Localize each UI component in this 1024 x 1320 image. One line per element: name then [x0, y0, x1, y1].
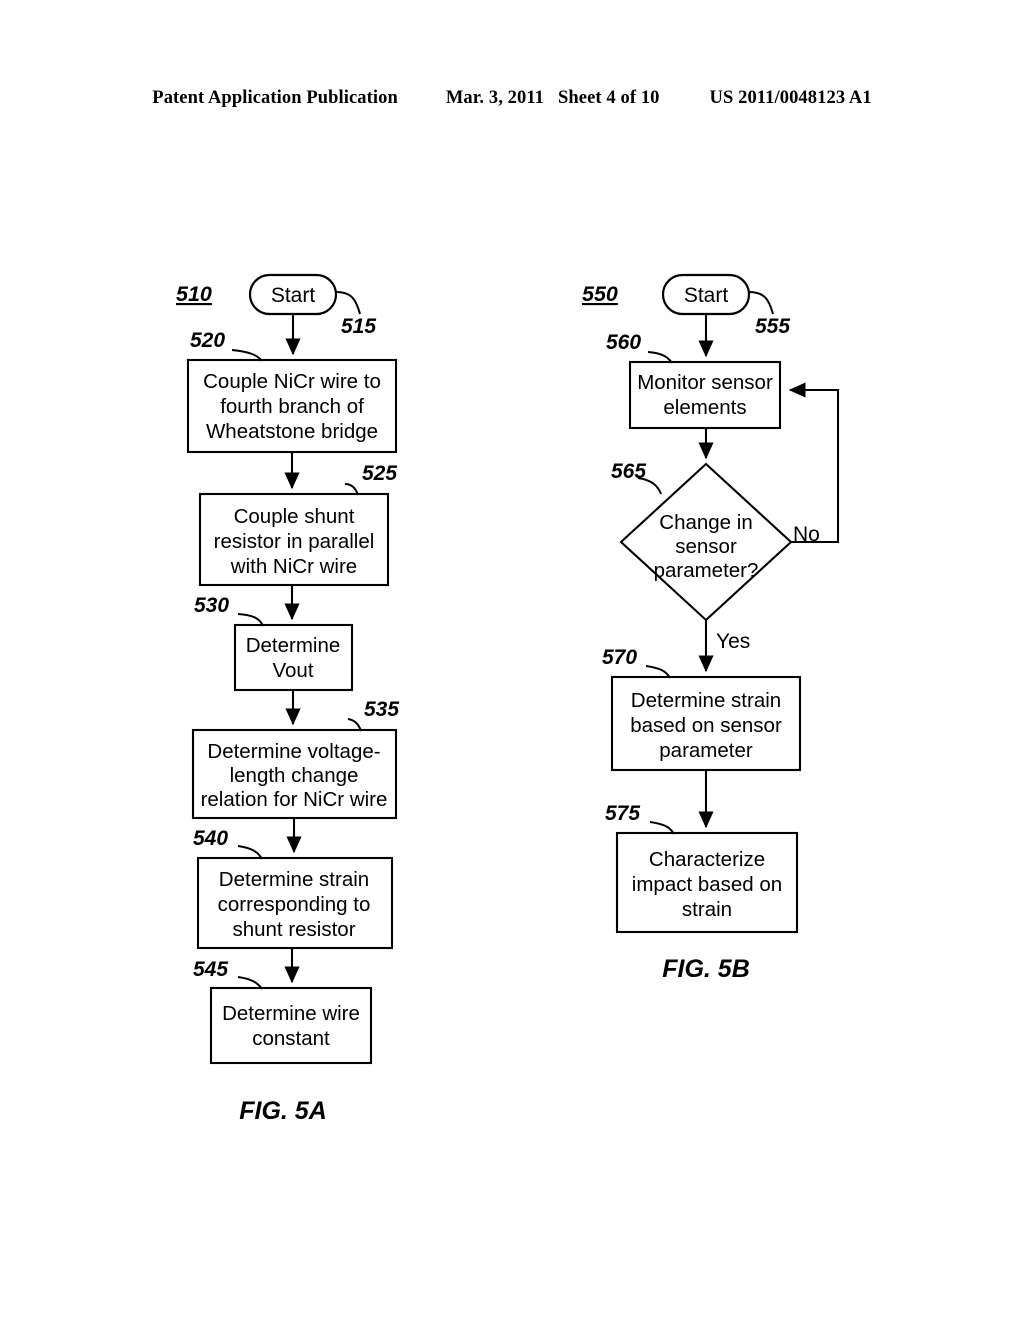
node-575-line-3: strain — [682, 898, 732, 921]
node-start-555-label: Start — [684, 284, 729, 307]
branch-label-no: No — [793, 523, 820, 546]
branch-label-yes: Yes — [716, 630, 750, 653]
figure-5a: 510 Start 515 Couple NiCr wire to fourth… — [176, 273, 399, 1125]
node-560-line-2: elements — [663, 396, 746, 419]
node-535-line-2: length change — [230, 764, 359, 787]
node-start-515-label: Start — [271, 284, 316, 307]
ref-label-530: 530 — [194, 594, 229, 617]
ref-label-545: 545 — [193, 958, 228, 981]
node-525-line-2: resistor in parallel — [214, 530, 375, 553]
node-540-line-2: corresponding to — [218, 893, 371, 916]
ref-label-570: 570 — [602, 646, 637, 669]
flowchart-figures: 510 Start 515 Couple NiCr wire to fourth… — [176, 273, 840, 1125]
leader-515 — [335, 291, 361, 315]
node-530-line-2: Vout — [272, 659, 313, 682]
node-525-line-3: with NiCr wire — [230, 555, 357, 578]
node-540-line-1: Determine strain — [219, 868, 369, 891]
connector-565-no-loop — [788, 382, 840, 544]
node-565-line-3: parameter? — [654, 559, 759, 582]
ref-label-540: 540 — [193, 827, 228, 850]
node-565-line-1: Change in — [659, 511, 752, 534]
ref-label-515: 515 — [341, 315, 376, 338]
node-process-545 — [209, 986, 373, 1065]
ref-label-565: 565 — [611, 460, 646, 483]
ref-label-555: 555 — [755, 315, 790, 338]
node-575-line-2: impact based on — [632, 873, 782, 896]
node-565-line-2: sensor — [675, 535, 737, 558]
node-525-line-1: Couple shunt — [234, 505, 355, 528]
node-535-line-1: Determine voltage- — [207, 740, 380, 763]
node-520-line-1: Couple NiCr wire to — [203, 370, 381, 393]
ref-label-550: 550 — [582, 282, 618, 306]
node-540-line-3: shunt resistor — [232, 918, 355, 941]
figure-5b: 550 Start 555 Monitor sensor elements 56… — [582, 273, 840, 983]
node-530-line-1: Determine — [246, 634, 341, 657]
node-535-line-3: relation for NiCr wire — [201, 788, 388, 811]
node-575-line-1: Characterize — [649, 848, 765, 871]
ref-label-575: 575 — [605, 802, 640, 825]
node-570-line-3: parameter — [659, 739, 753, 762]
ref-label-520: 520 — [190, 329, 225, 352]
node-570-line-2: based on sensor — [630, 714, 782, 737]
node-520-line-2: fourth branch of — [220, 395, 364, 418]
patent-figure-page: Patent Application Publication Mar. 3, 2… — [0, 0, 1024, 1320]
ref-label-535: 535 — [364, 698, 399, 721]
figure-5a-label: FIG. 5A — [239, 1097, 327, 1125]
figure-5b-label: FIG. 5B — [662, 955, 750, 983]
leader-555 — [748, 291, 774, 315]
node-560-line-1: Monitor sensor — [637, 371, 773, 394]
node-570-line-1: Determine strain — [631, 689, 781, 712]
node-545-line-1: Determine wire — [222, 1002, 360, 1025]
node-520-line-3: Wheatstone bridge — [206, 420, 378, 443]
node-545-line-2: constant — [252, 1027, 330, 1050]
ref-label-560: 560 — [606, 331, 641, 354]
ref-label-525: 525 — [362, 462, 397, 485]
ref-label-510: 510 — [176, 282, 212, 306]
